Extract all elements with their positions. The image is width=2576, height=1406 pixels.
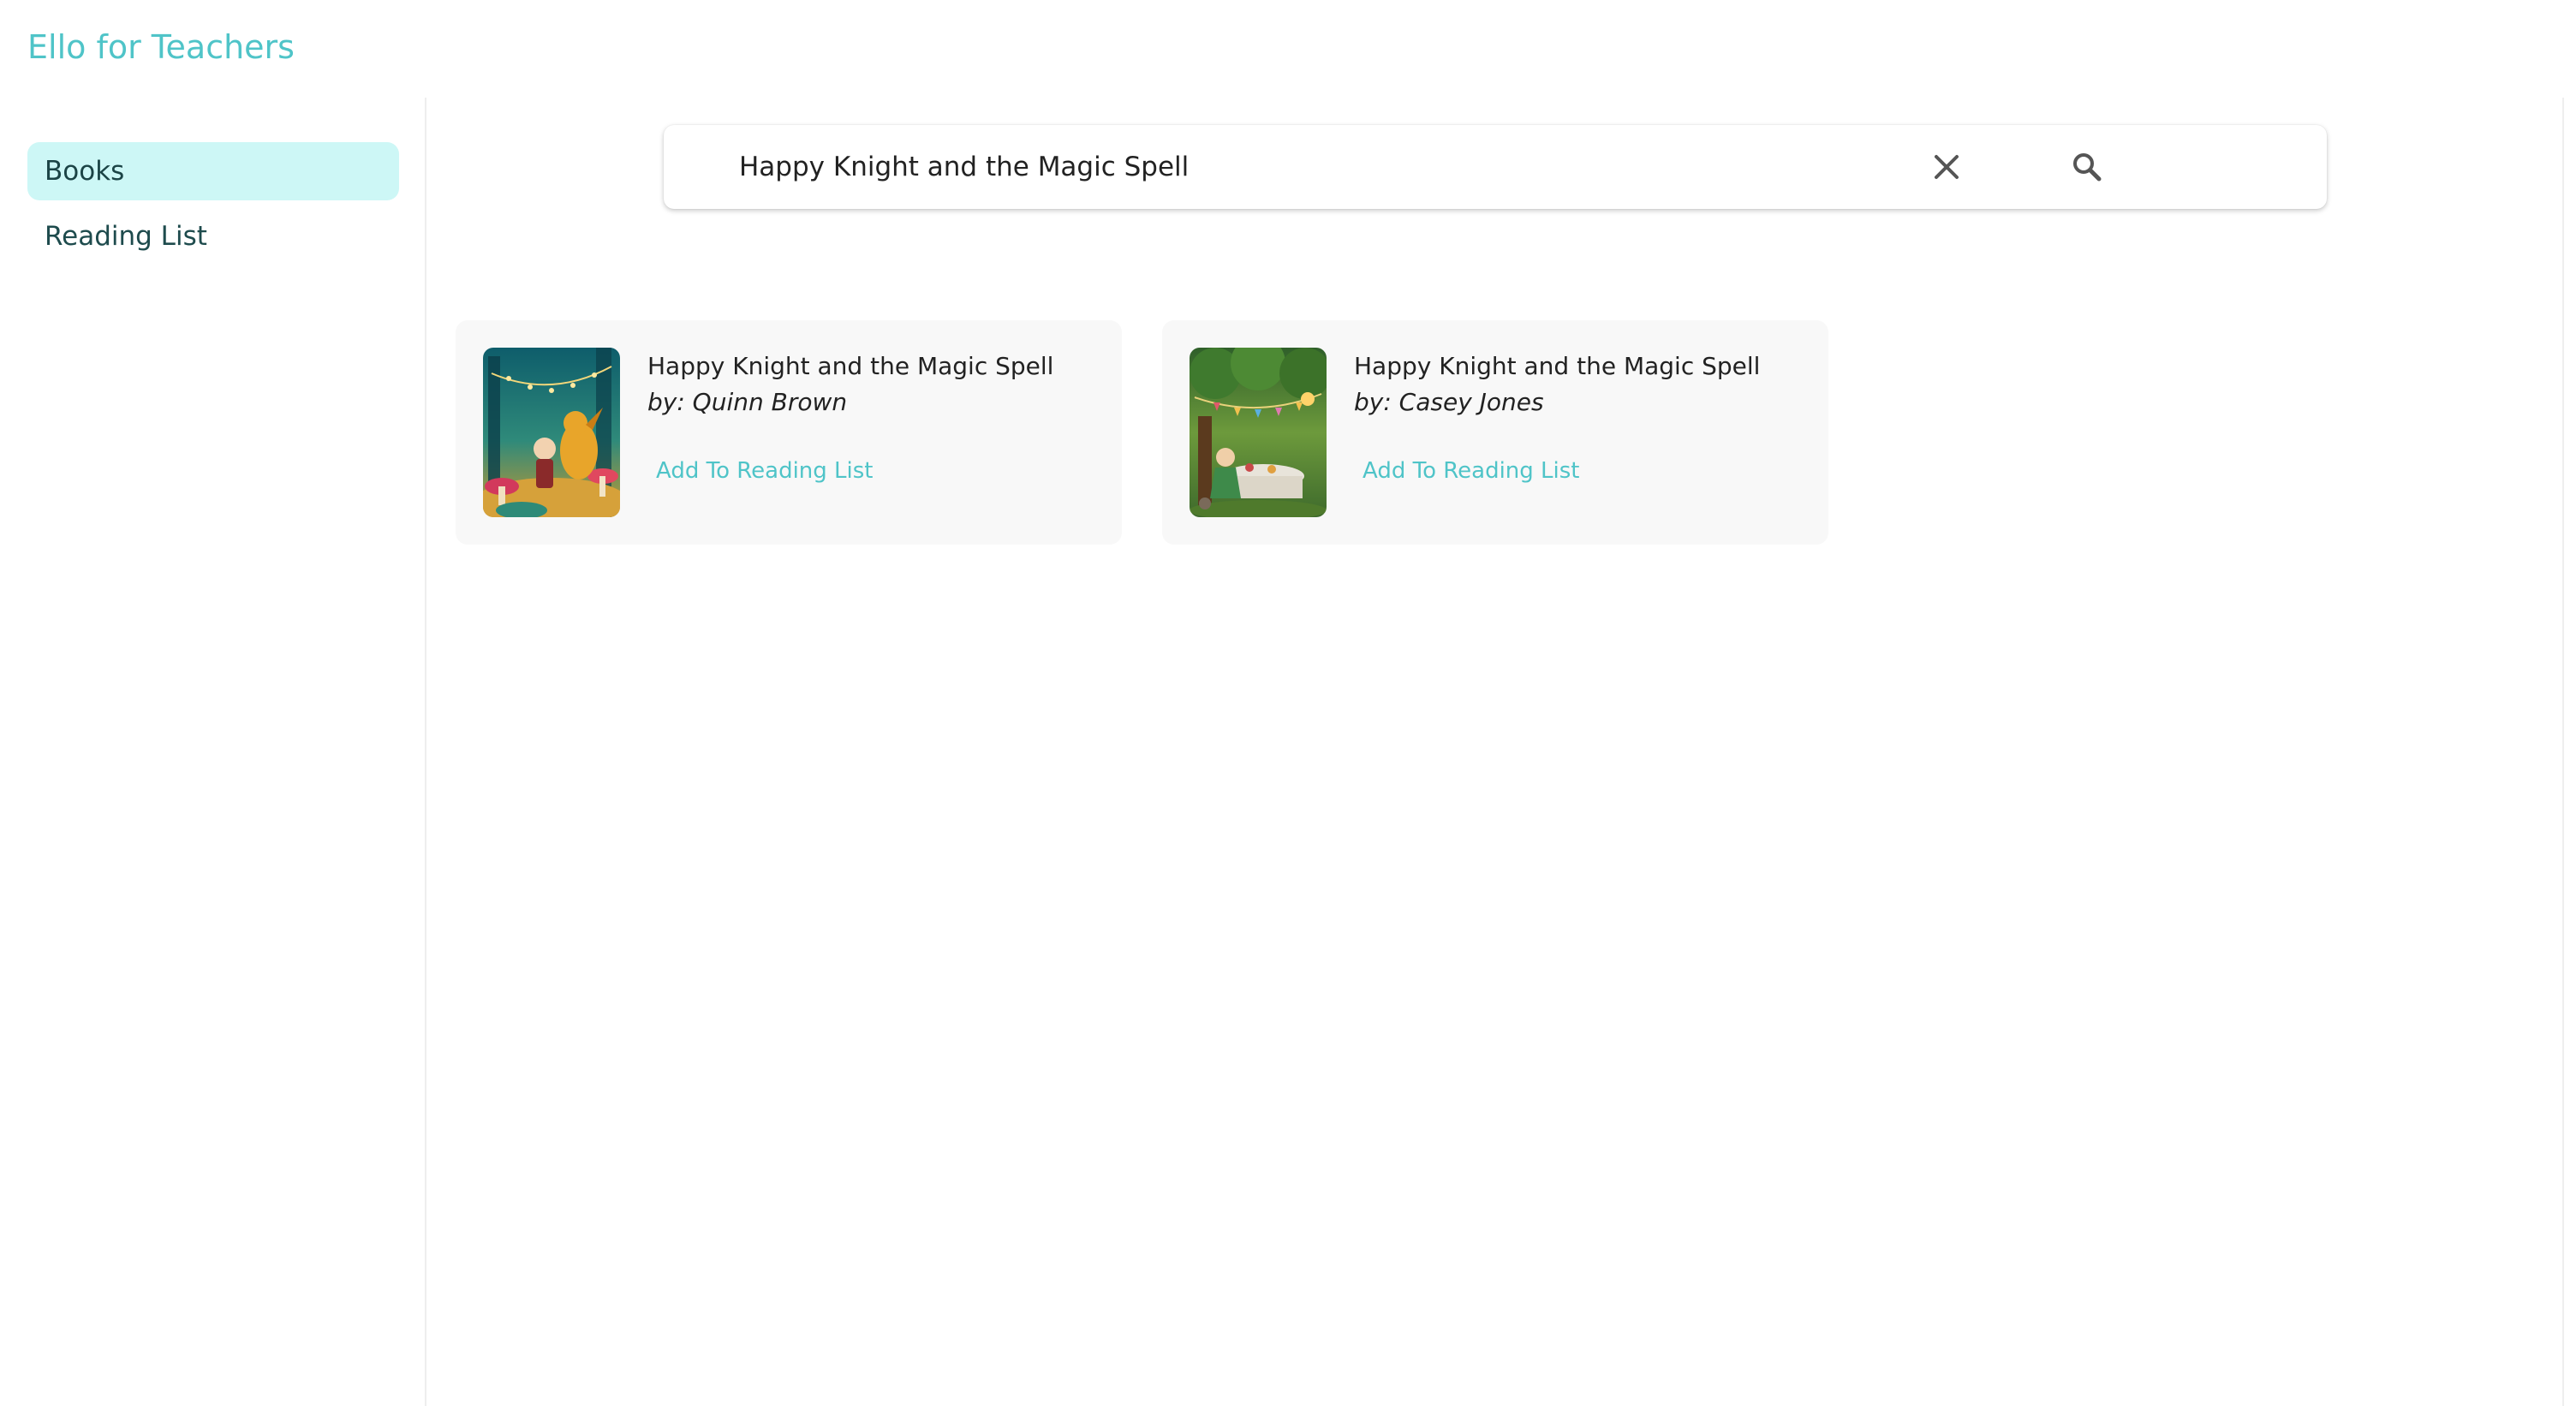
book-title: Happy Knight and the Magic Spell xyxy=(1354,352,1761,380)
sidebar-item-reading-list[interactable]: Reading List xyxy=(27,207,399,265)
app-title[interactable]: Ello for Teachers xyxy=(27,24,295,70)
right-divider xyxy=(2562,98,2564,1406)
sidebar-item-label: Reading List xyxy=(45,221,207,252)
sidebar: Books Reading List xyxy=(0,98,426,1406)
book-result-card: Happy Knight and the Magic Spell by: Qui… xyxy=(456,320,1122,545)
book-result-card: Happy Knight and the Magic Spell by: Cas… xyxy=(1162,320,1828,545)
sidebar-item-books[interactable]: Books xyxy=(27,142,399,200)
book-cover-image[interactable] xyxy=(1190,348,1327,517)
book-cover-forest-dragon-icon xyxy=(483,348,620,517)
add-to-reading-list-button[interactable]: Add To Reading List xyxy=(1363,454,1580,488)
main-content: Happy Knight and the Magic Spell by: Qui… xyxy=(428,98,2562,1406)
search-icon xyxy=(2073,153,2102,182)
book-cover-image[interactable] xyxy=(483,348,620,517)
book-author: by: Quinn Brown xyxy=(647,388,848,416)
search-bar xyxy=(664,125,2327,209)
add-to-reading-list-button[interactable]: Add To Reading List xyxy=(656,454,874,488)
clear-search-button[interactable] xyxy=(1926,146,1967,188)
book-title: Happy Knight and the Magic Spell xyxy=(647,352,1054,380)
app-header: Ello for Teachers xyxy=(0,0,2576,98)
book-author: by: Casey Jones xyxy=(1354,388,1544,416)
search-button[interactable] xyxy=(2066,146,2108,188)
book-cover-garden-tea-party-icon xyxy=(1190,348,1327,517)
close-icon xyxy=(1935,155,1959,179)
sidebar-item-label: Books xyxy=(45,156,125,187)
search-input[interactable] xyxy=(739,140,2024,194)
